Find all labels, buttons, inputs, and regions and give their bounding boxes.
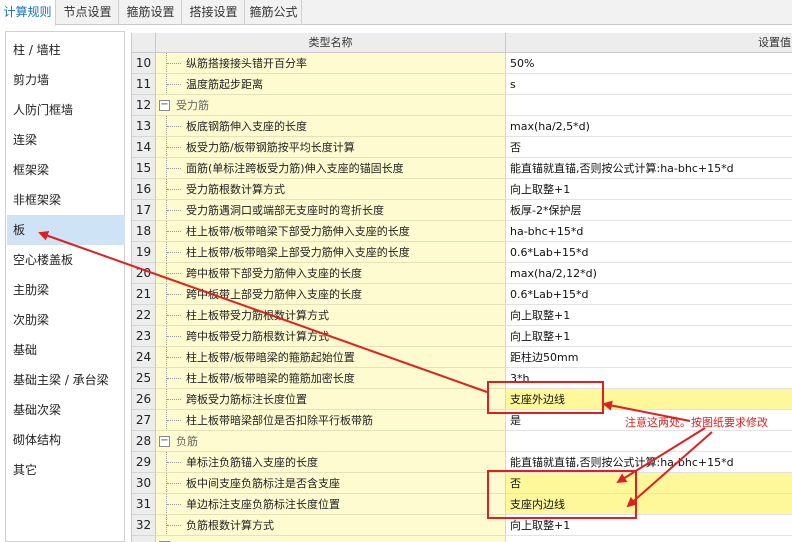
annotation-note: 注意这两处。按图纸要求修改: [625, 416, 768, 429]
arrow-to-slab-item: [38, 230, 488, 393]
arrow-to-row-30: [616, 427, 706, 484]
annotation-arrows: [38, 230, 713, 508]
